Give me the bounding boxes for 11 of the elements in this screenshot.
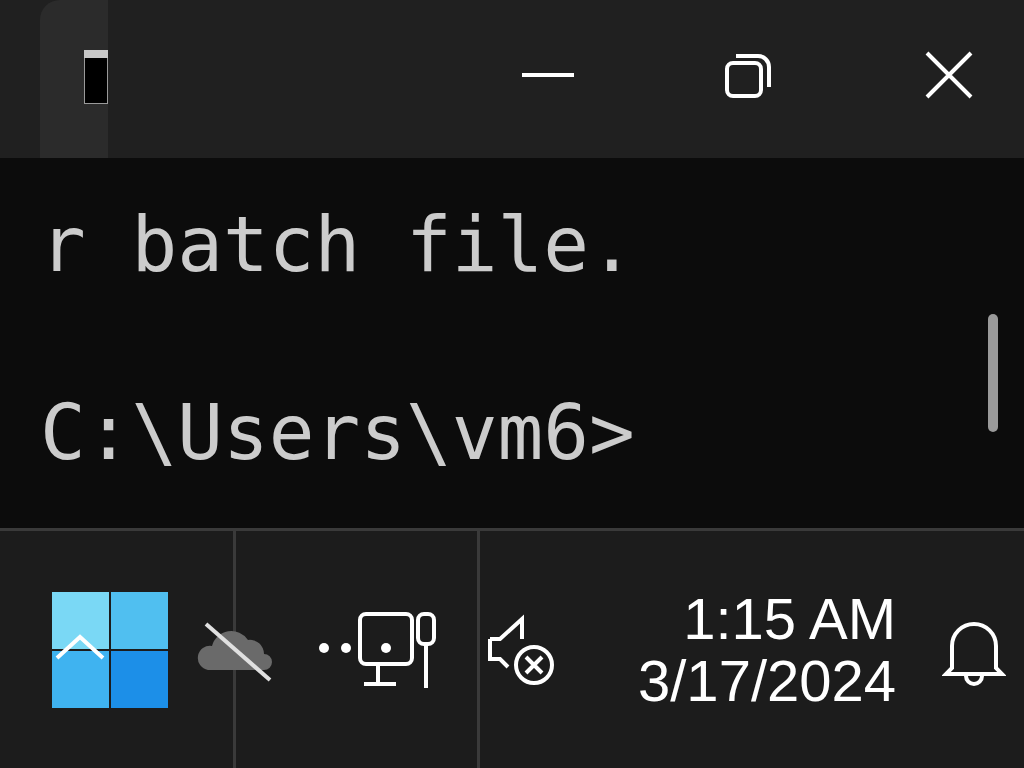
terminal-icon [84,50,108,104]
clock-date[interactable]: 3/17/2024 [638,651,897,710]
chevron-up-icon[interactable] [54,633,106,661]
close-icon[interactable] [924,50,974,100]
terminal-tab[interactable] [40,0,108,158]
clock-time[interactable]: 1:15 AM [683,589,897,648]
start-icon[interactable] [52,591,168,708]
restore-icon[interactable] [724,51,774,99]
terminal-prompt: C:\Users\vm6> [40,387,635,479]
terminal-line: r batch file. [40,199,635,291]
scrollbar-thumb[interactable] [988,314,998,432]
